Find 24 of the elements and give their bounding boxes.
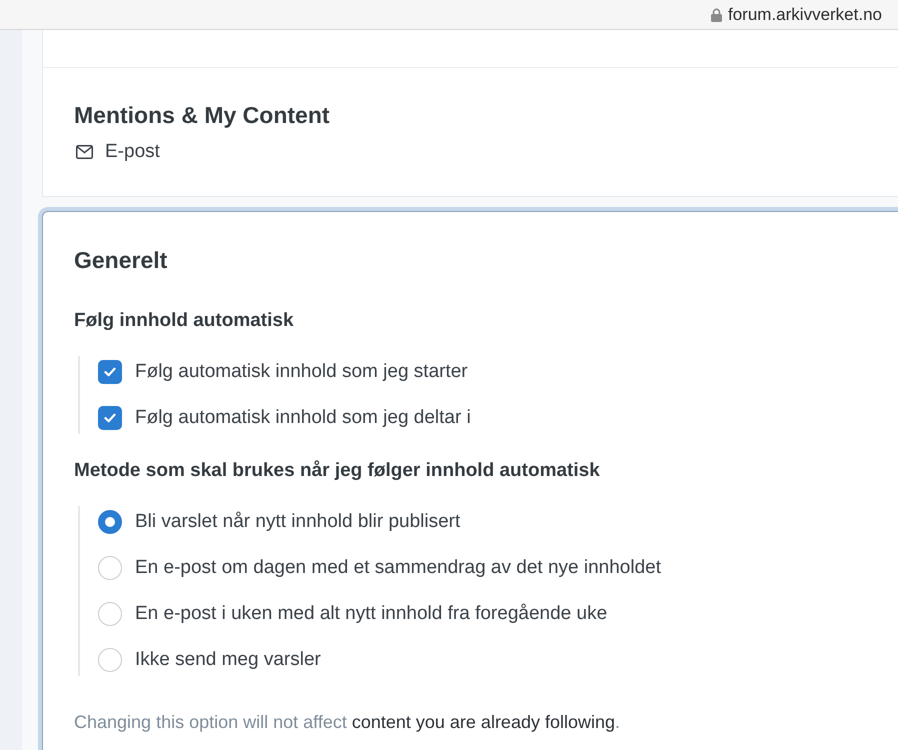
group-title: Følg innhold automatisk xyxy=(74,309,294,333)
method-label: E-post xyxy=(105,140,160,164)
address-text[interactable]: forum.arkivverket.no xyxy=(728,2,882,28)
radio-button[interactable] xyxy=(98,602,122,626)
note-link[interactable]: content you are already following xyxy=(352,712,616,732)
option-label[interactable]: Bli varslet når nytt innhold blir publisert xyxy=(135,508,460,536)
mail-icon xyxy=(76,145,93,159)
option-label[interactable]: Følg automatisk innhold som jeg starter xyxy=(135,358,468,386)
note-text: Changing this option will not affect content you are already following. xyxy=(74,711,620,734)
section-title: Generelt xyxy=(74,246,168,274)
checkbox[interactable] xyxy=(98,360,122,384)
check-icon xyxy=(104,367,116,377)
check-icon xyxy=(104,413,116,423)
radio-button[interactable] xyxy=(98,648,122,672)
checkbox[interactable] xyxy=(98,406,122,430)
option-label[interactable]: En e-post om dagen med et sammendrag av det nye innholdet xyxy=(135,554,661,582)
radio-button[interactable] xyxy=(98,556,122,580)
section-title: Mentions & My Content xyxy=(74,101,330,129)
lock-icon xyxy=(711,8,722,22)
option-label[interactable]: En e-post i uken med alt nytt innhold fra foregående uke xyxy=(135,600,608,628)
group-title: Metode som skal brukes når jeg følger innhold automatisk xyxy=(74,459,600,483)
radio-button[interactable] xyxy=(98,510,122,534)
option-label[interactable]: Følg automatisk innhold som jeg deltar i xyxy=(135,404,471,432)
option-label[interactable]: Ikke send meg varsler xyxy=(135,646,321,674)
